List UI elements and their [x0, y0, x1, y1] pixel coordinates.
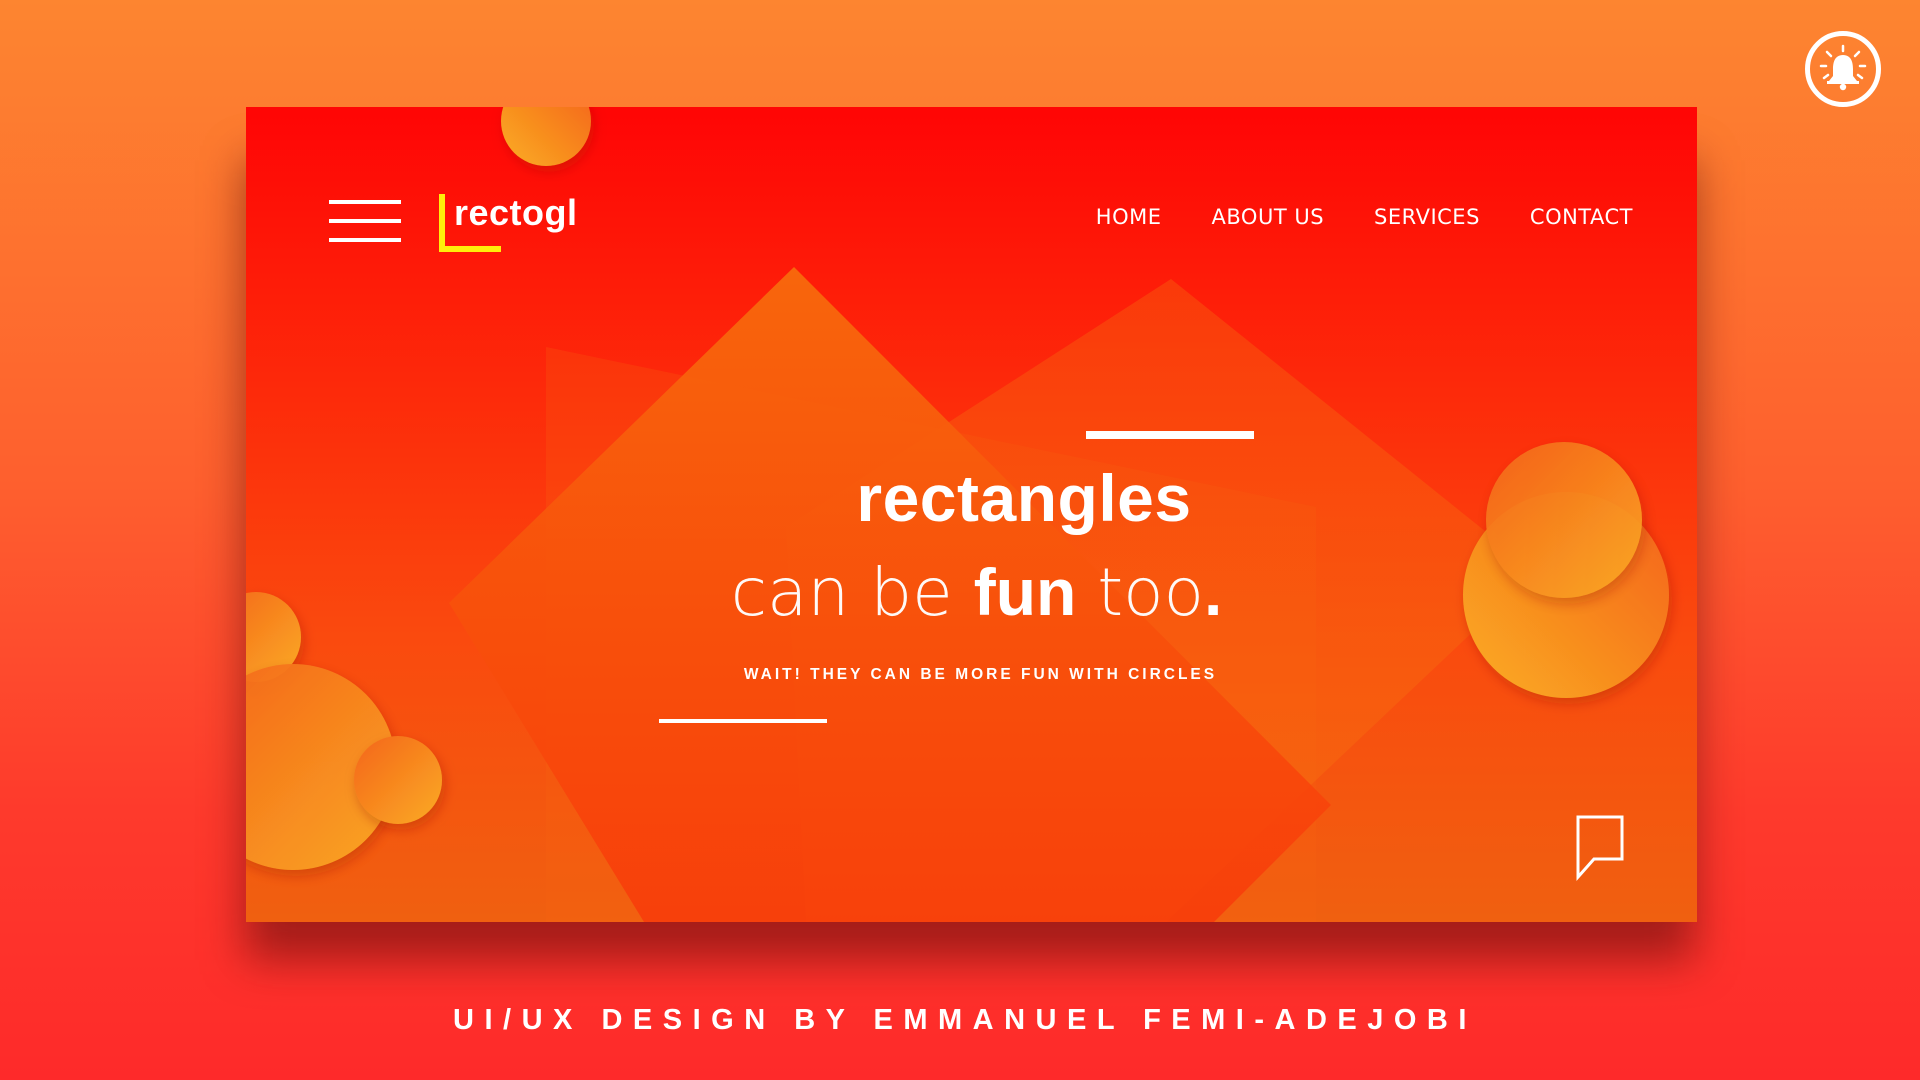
hero-subtitle-period: .: [1203, 555, 1223, 629]
hamburger-line: [329, 238, 401, 242]
nav-home[interactable]: HOME: [1096, 205, 1162, 229]
nav-contact[interactable]: CONTACT: [1530, 205, 1633, 229]
hamburger-menu-button[interactable]: [329, 194, 401, 248]
logo-text: rectogl: [454, 192, 578, 233]
hero-subtitle-emphasis: fun: [973, 555, 1077, 629]
hero-tagline: WAIT! THEY CAN BE MORE FUN WITH CIRCLES: [743, 666, 1218, 683]
website-mockup: rectogl HOME ABOUT US SERVICES CONTACT r…: [246, 107, 1697, 922]
notification-bell-button[interactable]: [1805, 31, 1881, 107]
design-credit: UI/UX DESIGN BY EMMANUEL FEMI-ADEJOBI: [453, 1004, 1477, 1036]
hero-title: rectangles: [856, 461, 1192, 535]
nav-about-us[interactable]: ABOUT US: [1212, 205, 1325, 229]
circle-top: [501, 107, 591, 166]
hero-subtitle: can be fun too.: [246, 559, 1697, 626]
nav-services[interactable]: SERVICES: [1374, 205, 1480, 229]
logo[interactable]: rectogl: [439, 192, 609, 258]
circle-left-small: [354, 736, 442, 824]
hero-subtitle-part: can be: [730, 554, 974, 631]
hamburger-line: [329, 200, 401, 204]
hero-subtitle-part: too: [1076, 554, 1204, 631]
chat-bubble-icon[interactable]: [1566, 807, 1626, 883]
logo-bracket: [439, 246, 501, 252]
logo-bracket: [439, 194, 445, 252]
hamburger-line: [329, 219, 401, 223]
decorative-line-bottom: [659, 719, 827, 723]
decorative-line-top: [1086, 431, 1254, 439]
bell-icon: [1819, 44, 1867, 91]
main-nav: HOME ABOUT US SERVICES CONTACT: [1096, 205, 1633, 229]
